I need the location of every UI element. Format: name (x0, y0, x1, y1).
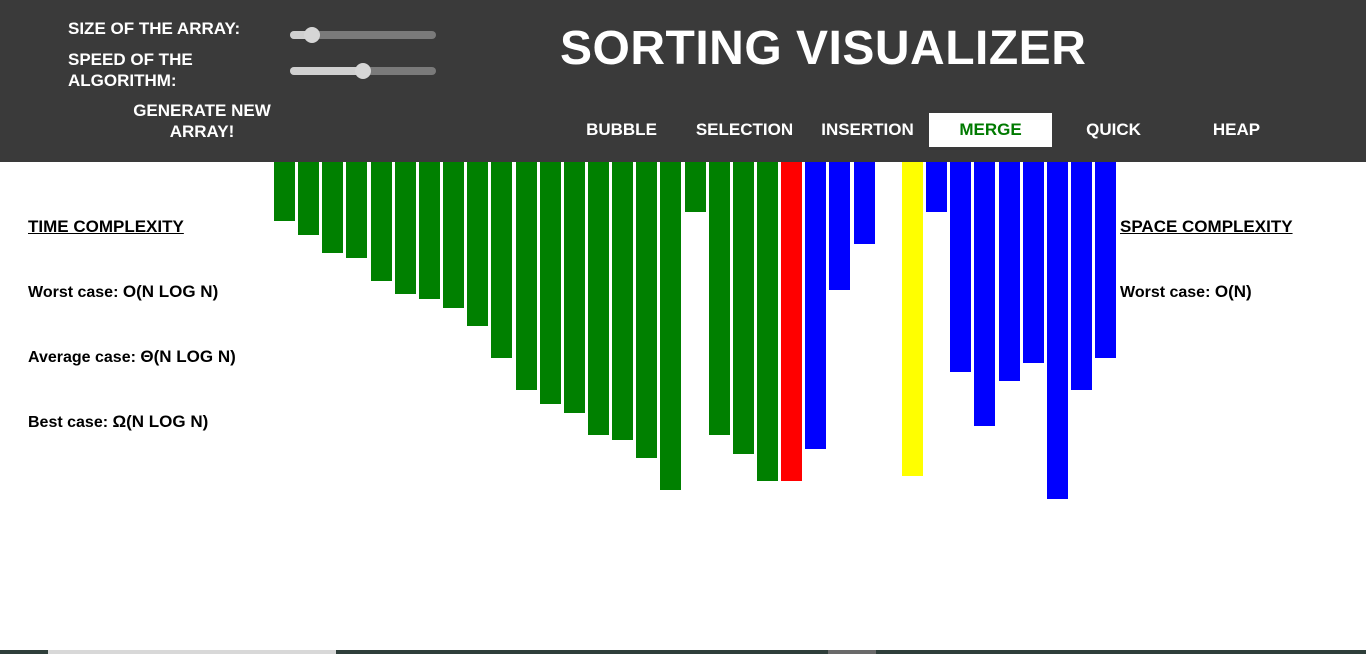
array-bar (588, 162, 609, 435)
array-bar (491, 162, 512, 358)
tab-merge[interactable]: MERGE (929, 113, 1052, 147)
page-title: SORTING VISUALIZER (560, 22, 1087, 75)
worst-case-label: Worst case: (28, 284, 119, 301)
tab-heap[interactable]: HEAP (1175, 113, 1298, 147)
tab-quick[interactable]: QUICK (1052, 113, 1175, 147)
tab-insertion[interactable]: INSERTION (806, 113, 929, 147)
array-size-slider[interactable] (290, 27, 436, 43)
array-bar (733, 162, 754, 454)
array-bar (298, 162, 319, 235)
average-case-row: Average case: Θ(N LOG N) (28, 347, 236, 367)
array-bar (950, 162, 971, 372)
best-case-row: Best case: Ω(N LOG N) (28, 412, 208, 432)
array-bar (516, 162, 537, 390)
average-case-value: Θ(N LOG N) (140, 347, 236, 366)
array-bar (999, 162, 1020, 381)
array-bar (322, 162, 343, 253)
array-size-label: SIZE OF THE ARRAY: (68, 19, 241, 38)
scrollbar-thumb[interactable] (48, 650, 336, 654)
array-bar (540, 162, 561, 404)
app-header: SIZE OF THE ARRAY: SPEED OF THE ALGORITH… (0, 0, 1366, 162)
array-bar (757, 162, 778, 481)
space-worst-case-label: Worst case: (1120, 284, 1211, 301)
array-bar (274, 162, 295, 221)
array-bar (371, 162, 392, 281)
average-case-label: Average case: (28, 349, 136, 366)
array-bar (660, 162, 681, 490)
array-size-slider-thumb[interactable] (303, 27, 320, 43)
horizontal-scrollbar[interactable] (0, 650, 1366, 654)
array-bar (709, 162, 730, 435)
generate-new-array-button[interactable]: GENERATE NEW ARRAY! (118, 100, 286, 142)
space-worst-case-value: O(N) (1214, 282, 1252, 301)
tab-selection[interactable]: SELECTION (683, 113, 806, 147)
array-bar (854, 162, 875, 244)
array-bar (902, 162, 923, 476)
space-worst-case-row: Worst case: O(N) (1120, 282, 1252, 302)
array-bar (1071, 162, 1092, 390)
space-complexity-heading: SPACE COMPLEXITY (1120, 217, 1293, 236)
array-bar (1095, 162, 1116, 358)
array-bar (395, 162, 416, 294)
array-bar (685, 162, 706, 212)
array-bar (781, 162, 802, 481)
best-case-label: Best case: (28, 414, 109, 431)
array-bar (829, 162, 850, 290)
worst-case-row: Worst case: O(N LOG N) (28, 282, 218, 302)
time-complexity-heading: TIME COMPLEXITY (28, 217, 184, 236)
array-bar (564, 162, 585, 413)
array-bar (1023, 162, 1044, 363)
best-case-value: Ω(N LOG N) (112, 412, 209, 431)
worst-case-value: O(N LOG N) (122, 282, 219, 301)
array-bar (467, 162, 488, 326)
array-bar (1047, 162, 1068, 499)
array-bar (419, 162, 440, 299)
array-bar (805, 162, 826, 449)
array-bar (974, 162, 995, 426)
scrollbar-segment (828, 650, 876, 654)
algorithm-speed-slider-thumb[interactable] (355, 63, 371, 79)
tab-bubble[interactable]: BUBBLE (560, 113, 683, 147)
array-bar (612, 162, 633, 440)
array-bar (636, 162, 657, 458)
array-bar (443, 162, 464, 308)
algorithm-speed-label: SPEED OF THE ALGORITHM: (68, 50, 193, 90)
array-bar (346, 162, 367, 258)
algorithm-speed-slider-fill (290, 67, 363, 75)
algorithm-speed-slider[interactable] (290, 63, 436, 79)
array-bar (926, 162, 947, 212)
